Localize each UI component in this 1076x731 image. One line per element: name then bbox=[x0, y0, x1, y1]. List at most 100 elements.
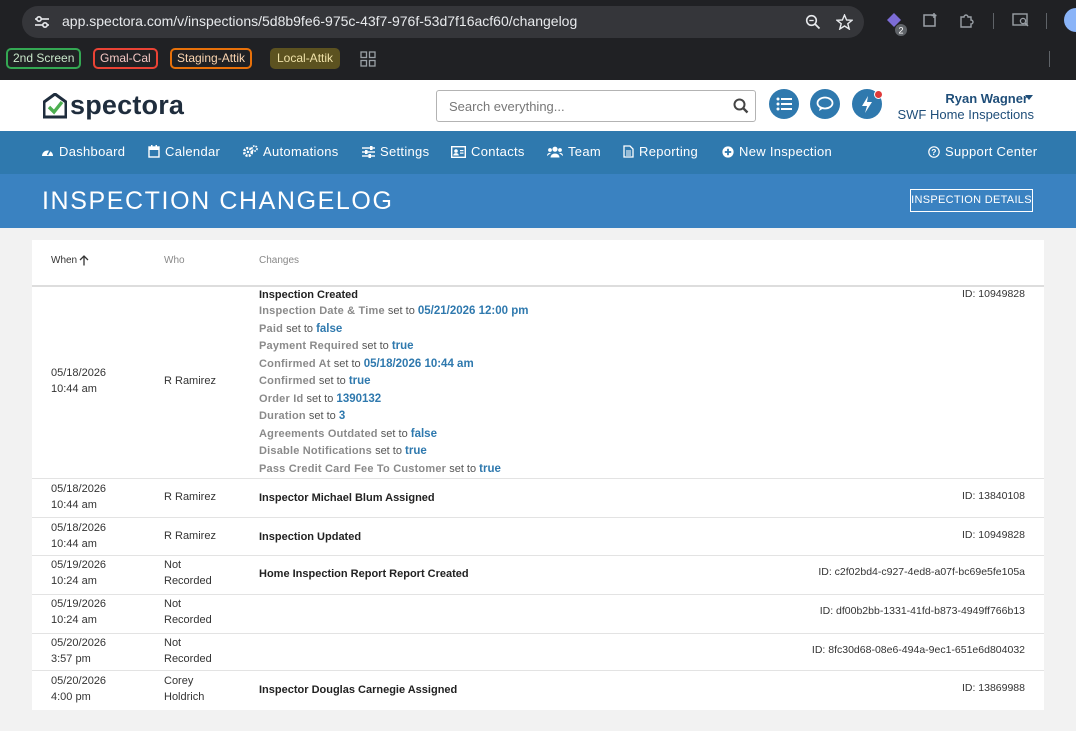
zoom-icon[interactable] bbox=[805, 14, 821, 30]
change-value: true bbox=[479, 462, 501, 475]
change-value: false bbox=[316, 322, 343, 335]
inspection-details-button[interactable]: INSPECTION DETAILS bbox=[910, 189, 1033, 212]
row-when: 05/19/2026 10:24 am bbox=[51, 597, 106, 628]
bookmark-gmal-cal[interactable]: Gmal-Cal bbox=[93, 48, 158, 69]
change-item: Confirmed set to true bbox=[259, 373, 528, 391]
browser-chrome: app.spectora.com/v/inspections/5d8b9fe6-… bbox=[0, 0, 1076, 80]
row-time: 10:44 am bbox=[51, 382, 97, 395]
nav-label: Dashboard bbox=[59, 144, 126, 159]
change-field: Duration bbox=[259, 410, 306, 422]
changelog-row: 05/20/2026 3:57 pm Not Recorded ID: 8fc3… bbox=[32, 634, 1044, 671]
bookmark-2nd-screen[interactable]: 2nd Screen bbox=[6, 48, 82, 69]
spectora-logo[interactable]: spectora bbox=[43, 92, 184, 119]
row-time: 3:57 pm bbox=[51, 652, 91, 665]
cogs-icon bbox=[243, 145, 258, 158]
user-menu-caret-icon[interactable] bbox=[1025, 95, 1033, 100]
extensions-puzzle-icon[interactable] bbox=[958, 12, 975, 29]
bookmarks-divider bbox=[1049, 51, 1050, 67]
change-value: true bbox=[391, 340, 414, 352]
change-id: ID: df00b2bb-1331-41fd-b873-4949ff766b13 bbox=[819, 605, 1025, 617]
file-icon bbox=[623, 145, 634, 158]
nav-contacts[interactable]: Contacts bbox=[451, 144, 525, 159]
change-field: Order Id bbox=[259, 392, 304, 405]
row-date: 05/20/2026 bbox=[51, 675, 107, 687]
row-who: Not Recorded bbox=[164, 558, 212, 589]
changelog-row: 05/18/2026 10:44 am R Ramirez Inspector … bbox=[32, 479, 1044, 518]
search-input[interactable] bbox=[437, 91, 727, 121]
nav-team[interactable]: Team bbox=[547, 144, 601, 159]
bookmark-staging-attik[interactable]: Staging-Attik bbox=[170, 48, 253, 69]
nav-label: Calendar bbox=[165, 144, 221, 159]
list-icon bbox=[776, 97, 792, 111]
messages-button[interactable] bbox=[810, 89, 840, 119]
change-item: Pass Credit Card Fee To Customer set to … bbox=[259, 461, 528, 479]
nav-label: Settings bbox=[380, 144, 430, 159]
change-item: Disable Notifications set to true bbox=[259, 443, 528, 461]
nav-automations[interactable]: Automations bbox=[243, 144, 339, 159]
change-value: false bbox=[410, 427, 437, 440]
changelog-row: 05/18/2026 10:44 am R Ramirez Inspection… bbox=[32, 518, 1044, 556]
main-nav: Dashboard Calendar Automations Settings … bbox=[0, 131, 1076, 174]
change-id: ID: c2f02bd4-c927-4ed8-a07f-bc69e5fe105a bbox=[818, 566, 1025, 578]
change-value: true bbox=[405, 445, 427, 457]
change-set-to: set to bbox=[387, 305, 415, 317]
profile-avatar[interactable] bbox=[1064, 8, 1076, 32]
change-item: Confirmed At set to 05/18/2026 10:44 am bbox=[259, 356, 528, 374]
change-id: ID: 10949828 bbox=[961, 529, 1025, 541]
column-header-when[interactable]: When bbox=[51, 255, 89, 266]
users-icon bbox=[547, 146, 563, 157]
list-view-button[interactable] bbox=[769, 89, 799, 119]
app-header: spectora Ryan Wagner SWF Home Inspection… bbox=[0, 80, 1076, 131]
row-time: 4:00 pm bbox=[51, 690, 91, 703]
bookmark-star-icon[interactable] bbox=[836, 14, 853, 30]
nav-new-inspection[interactable]: New Inspection bbox=[722, 144, 832, 159]
change-field: Agreements Outdated bbox=[259, 427, 378, 440]
nav-calendar[interactable]: Calendar bbox=[148, 144, 220, 159]
change-value: 3 bbox=[338, 410, 346, 422]
nav-settings[interactable]: Settings bbox=[362, 144, 429, 159]
notification-dot bbox=[874, 90, 883, 99]
changelog-row: 05/19/2026 10:24 am Not Recorded ID: df0… bbox=[32, 595, 1044, 634]
row-date: 05/18/2026 bbox=[51, 367, 107, 379]
change-field: Payment Required bbox=[259, 340, 359, 352]
change-set-to: set to bbox=[375, 445, 402, 457]
column-header-who: Who bbox=[164, 255, 185, 266]
nav-support-center[interactable]: ? Support Center bbox=[928, 144, 1037, 159]
extension-gem-icon[interactable]: 2 bbox=[886, 11, 910, 37]
nav-dashboard[interactable]: Dashboard bbox=[41, 144, 125, 159]
site-info-icon[interactable] bbox=[34, 15, 50, 29]
bookmark-local-attik[interactable]: Local-Attik bbox=[270, 48, 341, 69]
user-name[interactable]: Ryan Wagner bbox=[945, 91, 1028, 106]
change-id: ID: 10949828 bbox=[961, 288, 1025, 300]
row-date: 05/19/2026 bbox=[51, 598, 107, 610]
column-header-label: When bbox=[51, 255, 78, 266]
url-text[interactable]: app.spectora.com/v/inspections/5d8b9fe6-… bbox=[62, 13, 577, 29]
row-who: R Ramirez bbox=[164, 529, 216, 545]
global-search[interactable] bbox=[436, 90, 756, 122]
logo-house-icon bbox=[43, 92, 67, 118]
bolt-icon bbox=[862, 95, 872, 113]
row-who-line: Recorded bbox=[164, 652, 212, 665]
row-time: 10:24 am bbox=[51, 574, 97, 587]
row-who: R Ramirez bbox=[164, 490, 216, 506]
logo-text: spectora bbox=[70, 90, 185, 120]
row-who-line: Not bbox=[164, 598, 182, 610]
nav-label: Support Center bbox=[945, 144, 1038, 159]
change-set-to: set to bbox=[449, 462, 477, 475]
row-who-line: R Ramirez bbox=[164, 491, 216, 503]
change-field: Inspection Date & Time bbox=[259, 305, 385, 317]
address-bar[interactable]: app.spectora.com/v/inspections/5d8b9fe6-… bbox=[22, 6, 864, 38]
extension-square-icon[interactable] bbox=[922, 12, 939, 29]
apps-grid-icon[interactable] bbox=[360, 51, 376, 67]
nav-reporting[interactable]: Reporting bbox=[623, 144, 698, 159]
tab-search-icon[interactable] bbox=[1012, 12, 1030, 28]
search-icon[interactable] bbox=[733, 98, 749, 114]
changelog-row: 05/18/2026 10:44 am R Ramirez Inspection… bbox=[32, 287, 1044, 479]
change-title: Home Inspection Report Report Created bbox=[259, 568, 469, 580]
row-who-line: Recorded bbox=[164, 613, 212, 626]
notifications-button[interactable] bbox=[852, 89, 883, 119]
change-set-to: set to bbox=[306, 392, 334, 405]
row-changes: Inspection Created Inspection Date & Tim… bbox=[259, 287, 528, 478]
changelog-row: 05/20/2026 4:00 pm Corey Holdrich Inspec… bbox=[32, 671, 1044, 710]
row-date: 05/19/2026 bbox=[51, 559, 107, 571]
